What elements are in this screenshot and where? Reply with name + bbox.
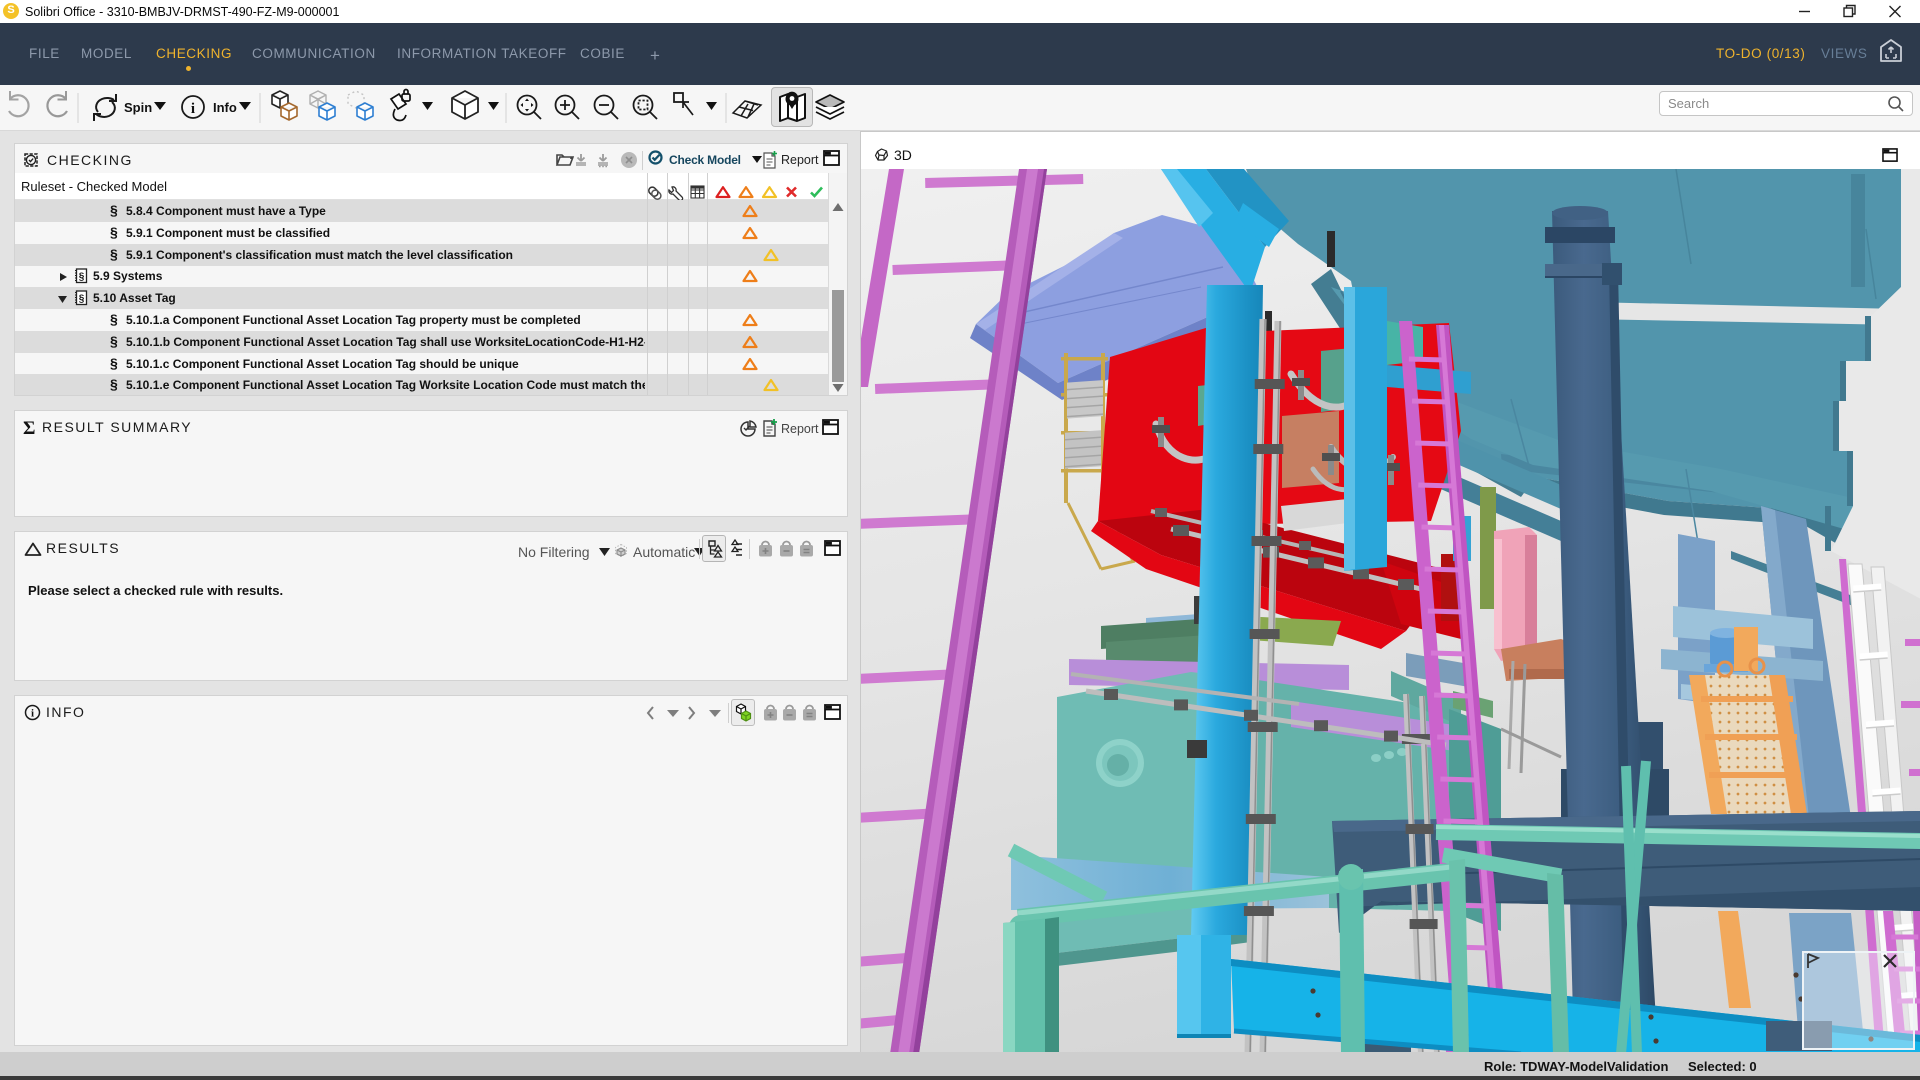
- svg-text:Spin: Spin: [124, 100, 152, 115]
- svg-text:i: i: [31, 708, 34, 720]
- svg-text:§: §: [79, 272, 85, 283]
- svg-text:Info: Info: [213, 100, 237, 115]
- svg-text:i: i: [191, 101, 195, 117]
- svg-text:§: §: [79, 294, 85, 305]
